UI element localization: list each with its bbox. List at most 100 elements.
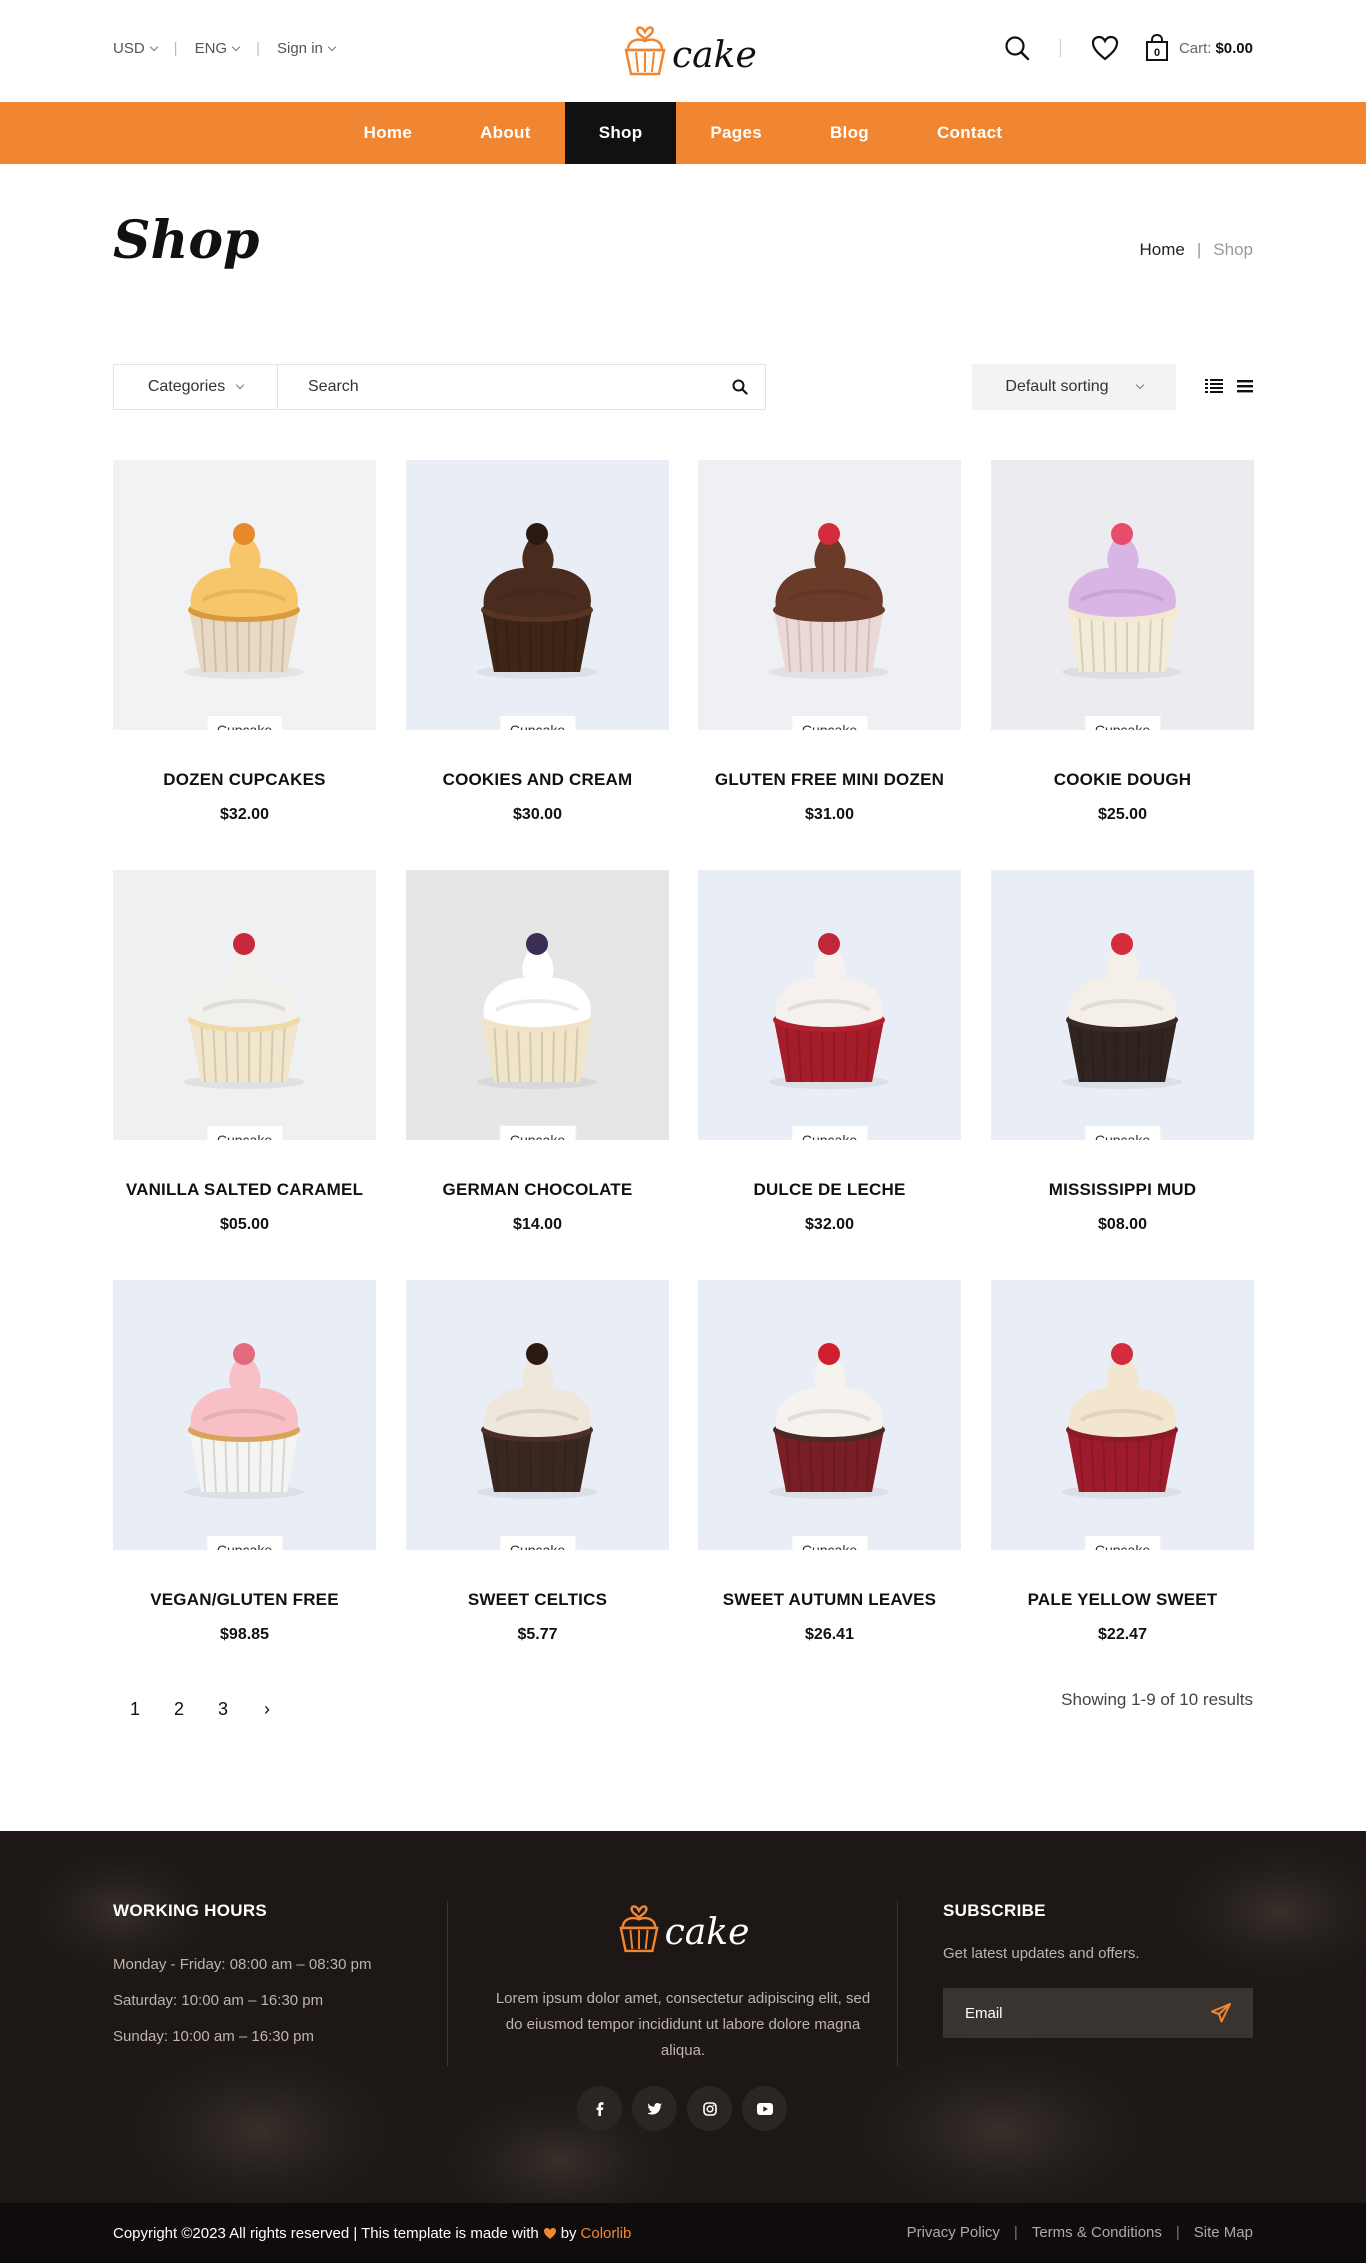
footer-about-text: Lorem ipsum dolor amet, consectetur adip… bbox=[495, 1990, 871, 2059]
sitemap-link[interactable]: Site Map bbox=[1194, 2224, 1253, 2241]
product-card[interactable]: Cupcake PALE YELLOW SWEET $22.47 bbox=[991, 1280, 1254, 1650]
product-name[interactable]: COOKIES AND CREAM bbox=[406, 770, 669, 790]
product-name[interactable]: DOZEN CUPCAKES bbox=[113, 770, 376, 790]
breadcrumb-home[interactable]: Home bbox=[1140, 240, 1185, 260]
nav-item-pages[interactable]: Pages bbox=[676, 102, 796, 164]
nav-item-blog[interactable]: Blog bbox=[796, 102, 903, 164]
list-view-icon[interactable] bbox=[1205, 378, 1223, 394]
product-category-tag[interactable]: Cupcake bbox=[498, 1535, 577, 1550]
product-image[interactable]: Cupcake bbox=[991, 460, 1254, 730]
nav-item-contact[interactable]: Contact bbox=[903, 102, 1036, 164]
site-logo[interactable]: cake bbox=[622, 22, 757, 76]
cupcake-image bbox=[1062, 933, 1182, 1089]
categories-dropdown[interactable]: Categories bbox=[114, 365, 278, 409]
product-card[interactable]: Cupcake VANILLA SALTED CARAMEL $05.00 bbox=[113, 870, 376, 1240]
instagram-link[interactable] bbox=[687, 2086, 732, 2131]
product-name[interactable]: GERMAN CHOCOLATE bbox=[406, 1180, 669, 1200]
product-card[interactable]: Cupcake GERMAN CHOCOLATE $14.00 bbox=[406, 870, 669, 1240]
product-image[interactable]: Cupcake bbox=[991, 870, 1254, 1140]
product-card[interactable]: Cupcake GLUTEN FREE MINI DOZEN $31.00 bbox=[698, 460, 961, 830]
chevron-down-icon bbox=[1135, 380, 1144, 390]
product-category-tag[interactable]: Cupcake bbox=[790, 1125, 869, 1140]
cupcake-image bbox=[477, 933, 597, 1089]
product-category-tag[interactable]: Cupcake bbox=[205, 1125, 284, 1140]
product-card[interactable]: Cupcake SWEET AUTUMN LEAVES $26.41 bbox=[698, 1280, 961, 1650]
facebook-link[interactable] bbox=[577, 2086, 622, 2131]
heart-icon bbox=[543, 2228, 556, 2239]
youtube-link[interactable] bbox=[742, 2086, 787, 2131]
product-category-tag[interactable]: Cupcake bbox=[790, 1535, 869, 1550]
twitter-link[interactable] bbox=[632, 2086, 677, 2131]
product-image[interactable]: Cupcake bbox=[406, 1280, 669, 1550]
cupcake-logo-icon bbox=[618, 1905, 659, 1953]
heart-icon bbox=[1091, 35, 1119, 61]
product-category-tag[interactable]: Cupcake bbox=[790, 715, 869, 730]
breadcrumb: Home | Shop bbox=[1140, 240, 1253, 260]
subscribe-section: SUBSCRIBE Get latest updates and offers. bbox=[943, 1901, 1253, 2038]
menu-view-icon[interactable] bbox=[1237, 378, 1253, 394]
product-image[interactable]: Cupcake bbox=[698, 460, 961, 730]
product-category-tag[interactable]: Cupcake bbox=[498, 715, 577, 730]
product-card[interactable]: Cupcake COOKIE DOUGH $25.00 bbox=[991, 460, 1254, 830]
product-card[interactable]: Cupcake DOZEN CUPCAKES $32.00 bbox=[113, 460, 376, 830]
email-input[interactable] bbox=[965, 2004, 1185, 2022]
nav-item-about[interactable]: About bbox=[446, 102, 565, 164]
product-image[interactable]: Cupcake bbox=[698, 1280, 961, 1550]
product-name[interactable]: SWEET CELTICS bbox=[406, 1590, 669, 1610]
search-input[interactable] bbox=[278, 365, 715, 409]
product-name[interactable]: GLUTEN FREE MINI DOZEN bbox=[698, 770, 961, 790]
product-name[interactable]: SWEET AUTUMN LEAVES bbox=[698, 1590, 961, 1610]
product-name[interactable]: COOKIE DOUGH bbox=[991, 770, 1254, 790]
search-submit-button[interactable] bbox=[715, 365, 765, 409]
product-image[interactable]: Cupcake bbox=[991, 1280, 1254, 1550]
product-name[interactable]: PALE YELLOW SWEET bbox=[991, 1590, 1254, 1610]
product-card[interactable]: Cupcake VEGAN/GLUTEN FREE $98.85 bbox=[113, 1280, 376, 1650]
language-select[interactable]: ENG bbox=[195, 40, 241, 57]
product-name[interactable]: VANILLA SALTED CARAMEL bbox=[113, 1180, 376, 1200]
colorlib-link[interactable]: Colorlib bbox=[581, 2225, 632, 2242]
cart-button[interactable]: 0 Cart: $0.00 bbox=[1145, 34, 1253, 62]
search-button[interactable] bbox=[1004, 35, 1030, 61]
page-1-link[interactable]: 1 bbox=[113, 1694, 157, 1724]
send-icon[interactable] bbox=[1211, 2003, 1231, 2023]
nav-item-shop[interactable]: Shop bbox=[564, 102, 677, 164]
footer-logo[interactable]: cake bbox=[617, 1901, 749, 1953]
cupcake-image bbox=[184, 933, 304, 1089]
product-image[interactable]: Cupcake bbox=[406, 460, 669, 730]
currency-select[interactable]: USD bbox=[113, 40, 158, 57]
terms-link[interactable]: Terms & Conditions bbox=[1032, 2224, 1162, 2241]
copyright-by: by bbox=[560, 2225, 577, 2242]
product-category-tag[interactable]: Cupcake bbox=[1083, 715, 1162, 730]
chevron-down-icon bbox=[235, 380, 245, 390]
footer-divider bbox=[447, 1901, 448, 2066]
sort-dropdown[interactable]: Default sorting bbox=[972, 364, 1176, 410]
product-category-tag[interactable]: Cupcake bbox=[498, 1125, 577, 1140]
product-card[interactable]: Cupcake COOKIES AND CREAM $30.00 bbox=[406, 460, 669, 830]
page-2-link[interactable]: 2 bbox=[157, 1694, 201, 1724]
next-page-link[interactable]: › bbox=[245, 1694, 289, 1724]
product-image[interactable]: Cupcake bbox=[113, 460, 376, 730]
product-image[interactable]: Cupcake bbox=[406, 870, 669, 1140]
product-image[interactable]: Cupcake bbox=[113, 870, 376, 1140]
privacy-policy-link[interactable]: Privacy Policy bbox=[907, 2224, 1000, 2241]
product-category-tag[interactable]: Cupcake bbox=[205, 1535, 284, 1550]
signin-menu[interactable]: Sign in bbox=[277, 40, 337, 57]
wishlist-button[interactable] bbox=[1091, 35, 1119, 61]
product-name[interactable]: VEGAN/GLUTEN FREE bbox=[113, 1590, 376, 1610]
product-image[interactable]: Cupcake bbox=[698, 870, 961, 1140]
product-name[interactable]: DULCE DE LECHE bbox=[698, 1180, 961, 1200]
product-category-tag[interactable]: Cupcake bbox=[1083, 1125, 1162, 1140]
product-price: $05.00 bbox=[220, 1216, 269, 1233]
product-card[interactable]: Cupcake SWEET CELTICS $5.77 bbox=[406, 1280, 669, 1650]
product-name[interactable]: MISSISSIPPI MUD bbox=[991, 1180, 1254, 1200]
cart-total: $0.00 bbox=[1215, 39, 1253, 57]
product-card[interactable]: Cupcake MISSISSIPPI MUD $08.00 bbox=[991, 870, 1254, 1240]
product-image[interactable]: Cupcake bbox=[113, 1280, 376, 1550]
product-category-tag[interactable]: Cupcake bbox=[205, 715, 284, 730]
product-card[interactable]: Cupcake DULCE DE LECHE $32.00 bbox=[698, 870, 961, 1240]
cupcake-image bbox=[477, 523, 597, 679]
page-3-link[interactable]: 3 bbox=[201, 1694, 245, 1724]
product-category-tag[interactable]: Cupcake bbox=[1083, 1535, 1162, 1550]
nav-item-home[interactable]: Home bbox=[330, 102, 446, 164]
hours-saturday: Saturday: 10:00 am – 16:30 pm bbox=[113, 1992, 324, 2009]
